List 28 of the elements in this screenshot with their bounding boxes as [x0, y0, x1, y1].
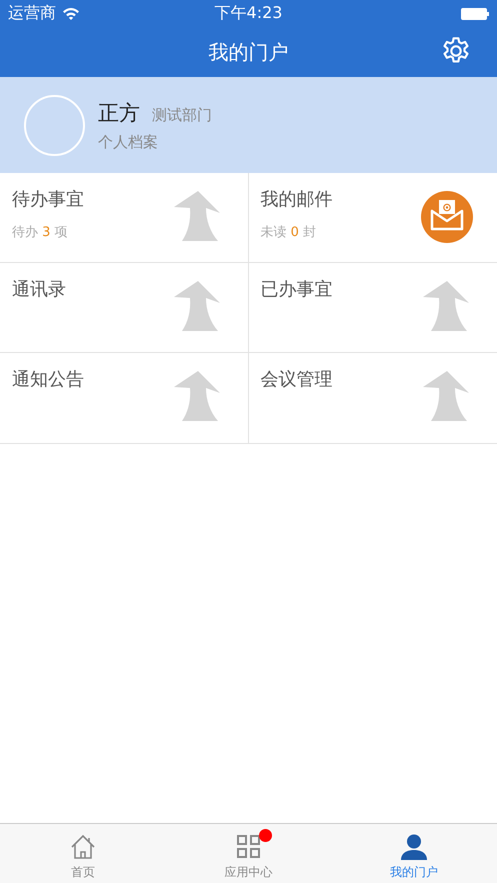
tile-title: 通知公告 [12, 368, 84, 391]
tile-title: 已办事宜 [260, 278, 332, 301]
mail-icon [421, 191, 473, 243]
module-tile[interactable]: 待办事宜 待办 3 项 [0, 173, 248, 263]
module-tile[interactable]: 我的邮件 未读 0 封 [248, 173, 497, 263]
tile-title: 会议管理 [260, 368, 332, 391]
module-tile[interactable]: 会议管理 [248, 353, 497, 443]
battery-icon [461, 8, 489, 20]
module-tile[interactable]: 已办事宜 [248, 263, 497, 353]
carrier-name: 运营商 [8, 3, 56, 24]
tile-title: 我的邮件 [260, 188, 332, 211]
user-name: 正方 [98, 100, 140, 126]
profile-panel[interactable]: 正方 测试部门 个人档案 [0, 77, 497, 173]
department-name: 测试部门 [152, 106, 212, 124]
tab-label[interactable]: 我的门户 [390, 864, 438, 881]
grid-icon[interactable] [236, 834, 262, 860]
tile-title: 通讯录 [12, 278, 66, 301]
module-tile[interactable]: 通讯录 [0, 263, 248, 353]
tile-subtitle: 未读 0 封 [260, 224, 318, 241]
home-icon[interactable] [68, 833, 97, 861]
avatar-icon [24, 94, 85, 156]
person-icon[interactable] [400, 833, 428, 861]
tile-title: 待办事宜 [12, 188, 84, 211]
status-time: 下午4:23 [214, 3, 282, 24]
wifi-icon [62, 7, 80, 20]
tile-subtitle: 待办 3 项 [12, 224, 69, 241]
page-title: 我的门户 [208, 38, 288, 66]
module-tile[interactable]: 通知公告 [0, 353, 248, 443]
